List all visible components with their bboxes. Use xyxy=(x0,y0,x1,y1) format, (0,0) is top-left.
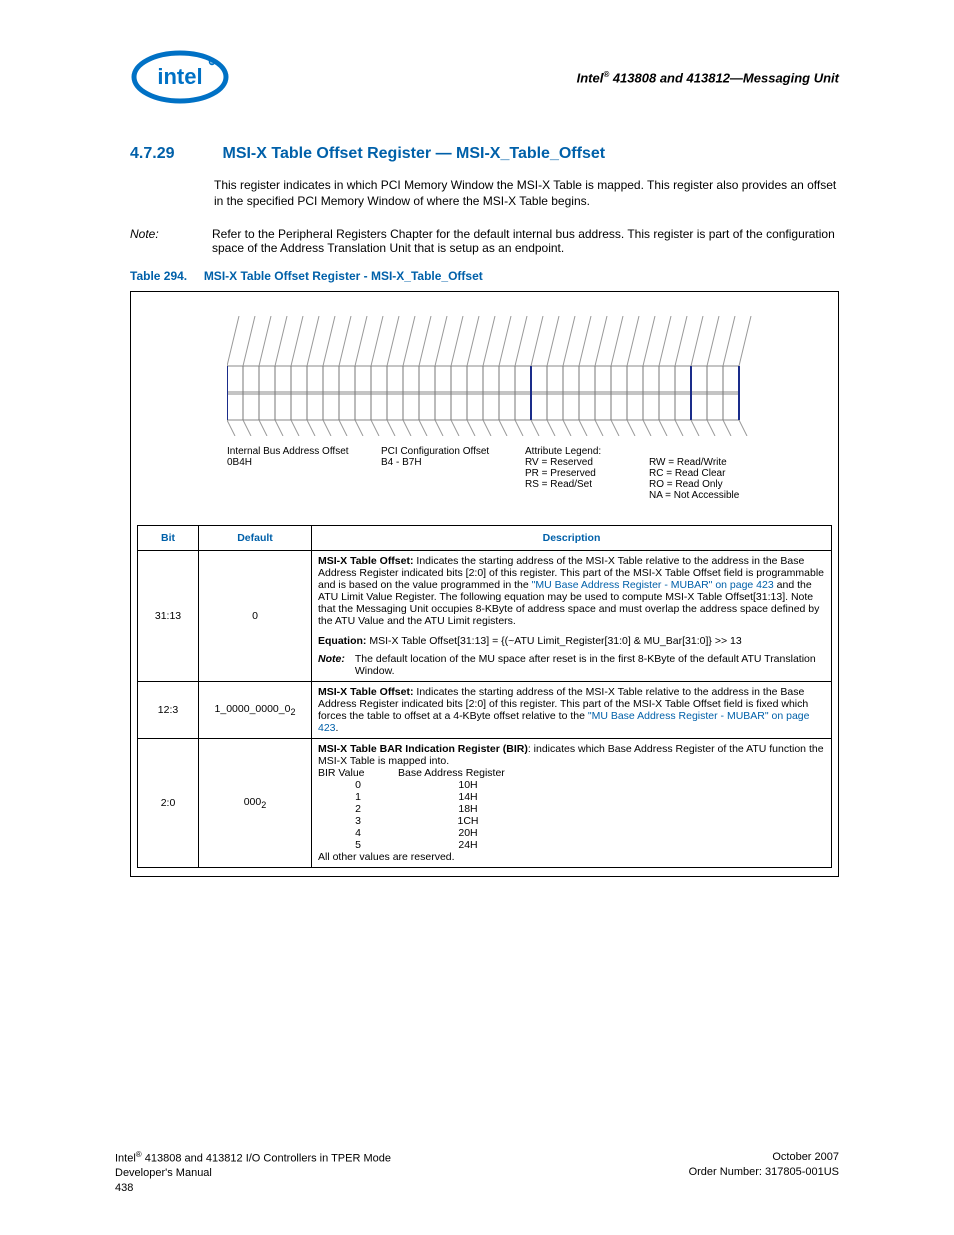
svg-text:R: R xyxy=(211,60,214,65)
desc-text-2: . xyxy=(336,722,339,734)
bir-header-bar: Base Address Register xyxy=(398,767,538,779)
page-header: intel R Intel® 413808 and 413812—Messagi… xyxy=(130,50,839,105)
th-desc: Description xyxy=(312,526,832,551)
section-heading: 4.7.29 MSI-X Table Offset Register — MSI… xyxy=(130,145,839,163)
header-doc-title: Intel® 413808 and 413812—Messaging Unit xyxy=(577,70,839,85)
bit-diagram xyxy=(227,316,832,436)
footer-date: October 2007 xyxy=(689,1150,839,1164)
note-text: Refer to the Peripheral Registers Chapte… xyxy=(212,227,839,255)
attr-ro: RO = Read Only xyxy=(649,479,779,490)
section-number: 4.7.29 xyxy=(130,145,174,163)
attr-na: NA = Not Accessible xyxy=(649,490,779,501)
note-label: Note: xyxy=(130,227,190,255)
table-caption: Table 294. MSI-X Table Offset Register -… xyxy=(130,269,839,283)
attr-rs: RS = Read/Set xyxy=(525,479,635,490)
diagram-labels: Internal Bus Address Offset 0B4H PCI Con… xyxy=(227,446,832,501)
bir-table: BIR Value Base Address Register 010H 114… xyxy=(318,767,825,851)
table-row: 2:0 0002 MSI-X Table BAR Indication Regi… xyxy=(138,739,832,868)
cell-desc: MSI-X Table BAR Indication Register (BIR… xyxy=(312,739,832,868)
page-root: intel R Intel® 413808 and 413812—Messagi… xyxy=(0,0,954,1235)
footer-page-num: 438 xyxy=(115,1181,391,1195)
attr-pr: PR = Preserved xyxy=(525,468,635,479)
page-footer: Intel® 413808 and 413812 I/O Controllers… xyxy=(115,1150,839,1195)
register-table: Bit Default Description 31:13 0 MSI-X Ta… xyxy=(137,525,832,868)
th-bit: Bit xyxy=(138,526,199,551)
desc-bold: MSI-X Table Offset: xyxy=(318,686,413,698)
desc-bold: MSI-X Table BAR Indication Register (BIR… xyxy=(318,743,528,755)
svg-text:intel: intel xyxy=(157,64,202,89)
register-diagram-frame: Internal Bus Address Offset 0B4H PCI Con… xyxy=(130,291,839,877)
bir-header-val: BIR Value xyxy=(318,767,398,779)
equation-label: Equation: xyxy=(318,635,366,647)
footer-order-num: Order Number: 317805-001US xyxy=(689,1165,839,1179)
cell-bit: 31:13 xyxy=(138,551,199,682)
footer-manual: Developer's Manual xyxy=(115,1166,391,1180)
equation-text: MSI-X Table Offset[31:13] = {(~ATU Limit… xyxy=(366,635,741,647)
table-row: 31:13 0 MSI-X Table Offset: Indicates th… xyxy=(138,551,832,682)
desc-bold: MSI-X Table Offset: xyxy=(318,555,413,567)
cell-default: 0 xyxy=(199,551,312,682)
cell-bit: 2:0 xyxy=(138,739,199,868)
table-row: 12:3 1_0000_0000_02 MSI-X Table Offset: … xyxy=(138,682,832,739)
internal-bus-label: Internal Bus Address Offset xyxy=(227,446,367,457)
bir-reserved-text: All other values are reserved. xyxy=(318,851,825,863)
attr-rv: RV = Reserved xyxy=(525,457,635,468)
intel-logo: intel R xyxy=(130,50,230,105)
cell-bit: 12:3 xyxy=(138,682,199,739)
pci-offset-value: B4 - B7H xyxy=(381,457,511,468)
cell-desc: MSI-X Table Offset: Indicates the starti… xyxy=(312,551,832,682)
section-title: MSI-X Table Offset Register — MSI-X_Tabl… xyxy=(222,145,605,163)
cell-default: 1_0000_0000_02 xyxy=(199,682,312,739)
footer-doc-title: Intel® 413808 and 413812 I/O Controllers… xyxy=(115,1150,391,1166)
cell-default: 0002 xyxy=(199,739,312,868)
section-intro: This register indicates in which PCI Mem… xyxy=(214,177,839,209)
attr-rw: RW = Read/Write xyxy=(649,457,779,468)
internal-bus-value: 0B4H xyxy=(227,457,367,468)
section-note: Note: Refer to the Peripheral Registers … xyxy=(130,227,839,255)
pci-offset-label: PCI Configuration Offset xyxy=(381,446,511,457)
cross-ref-link[interactable]: "MU Base Address Register - MUBAR" on pa… xyxy=(532,579,774,591)
cell-desc: MSI-X Table Offset: Indicates the starti… xyxy=(312,682,832,739)
table-caption-title: MSI-X Table Offset Register - MSI-X_Tabl… xyxy=(204,269,483,283)
table-caption-num: Table 294. xyxy=(130,269,187,283)
attr-legend-label: Attribute Legend: xyxy=(525,446,635,457)
th-default: Default xyxy=(199,526,312,551)
subnote-text: The default location of the MU space aft… xyxy=(355,653,825,677)
subnote-label: Note: xyxy=(318,653,345,677)
attr-rc: RC = Read Clear xyxy=(649,468,779,479)
